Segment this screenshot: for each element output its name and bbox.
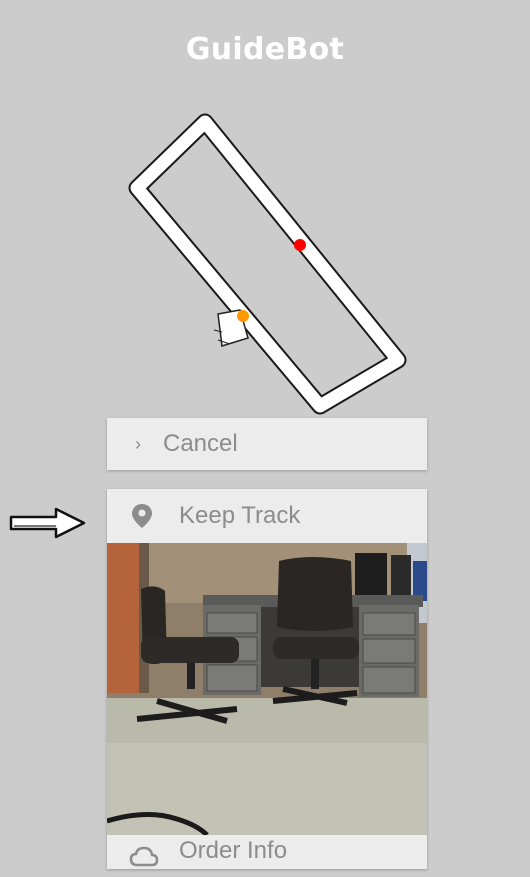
keep-track-card: Keep Track Order Info [107,489,427,869]
pointer-arrow-icon [9,507,86,539]
map-path-outline [128,113,407,415]
order-info-button[interactable]: Order Info [107,837,449,877]
cancel-label: Cancel [163,430,238,457]
cloud-icon [129,846,159,867]
keep-track-button[interactable]: Keep Track [107,489,427,543]
order-info-label: Order Info [179,837,288,864]
location-pin-icon [132,504,152,528]
chevron-right-icon: › [135,433,141,454]
keep-track-label: Keep Track [179,502,301,529]
cancel-card[interactable]: › Cancel [107,418,427,470]
camera-feed [107,543,427,835]
map-path [130,115,405,413]
current-position-marker [294,239,306,251]
cancel-button[interactable]: › Cancel [107,418,427,470]
app-title: GuideBot [185,32,345,67]
destination-marker [237,310,249,322]
floor-map[interactable] [0,100,530,420]
